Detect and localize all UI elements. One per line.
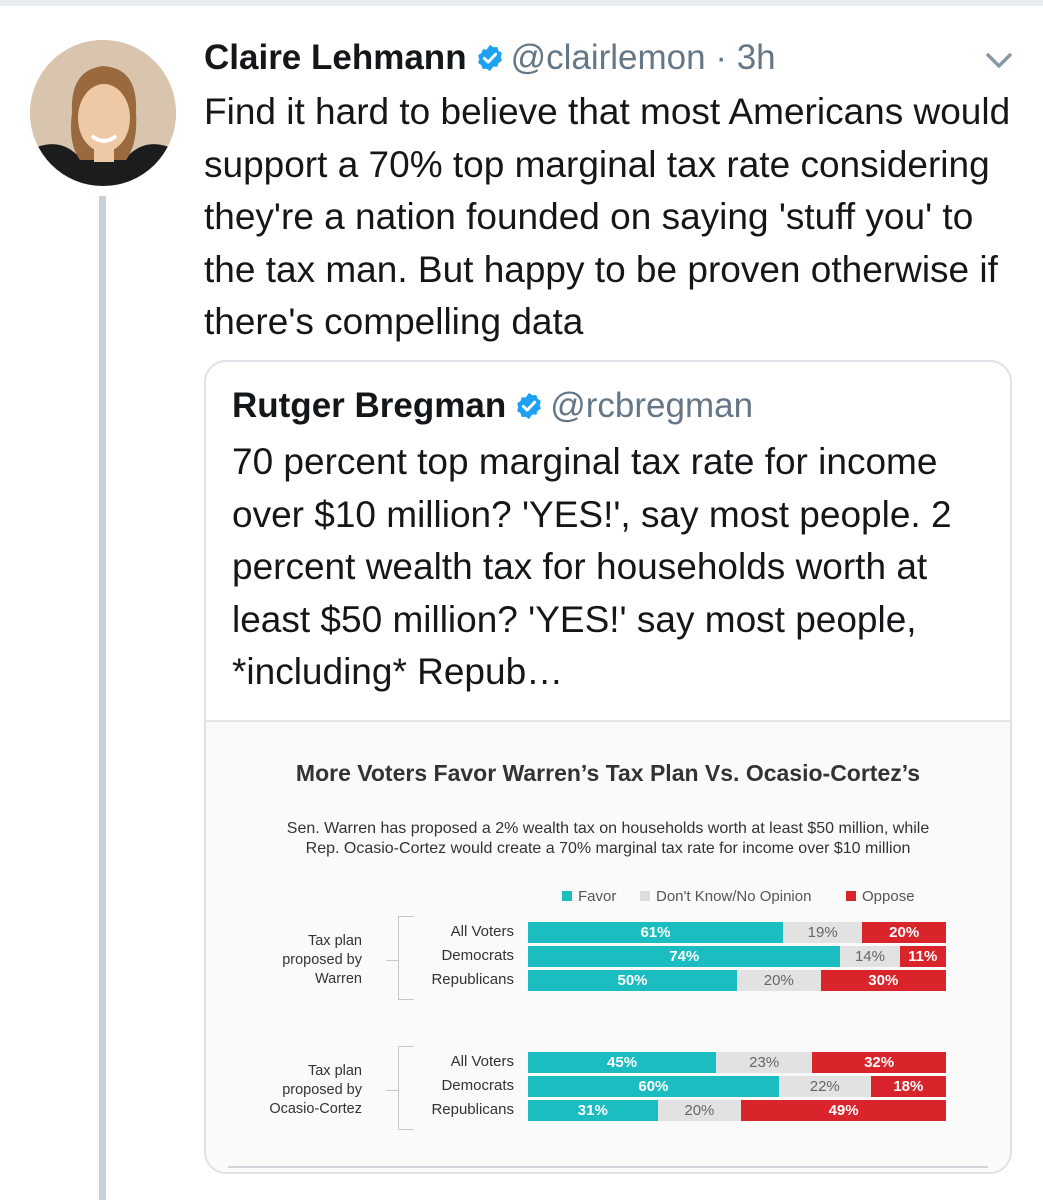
- chart-title: More Voters Favor Warren’s Tax Plan Vs. …: [295, 760, 921, 786]
- row-label: Democrats: [441, 947, 514, 964]
- quoted-author-handle: @rcbregman: [550, 386, 754, 425]
- bar-segment-dont-know: 20%: [737, 970, 821, 991]
- group-label-line: Tax plan: [307, 1063, 362, 1079]
- verified-badge-icon: [477, 44, 502, 72]
- group-label-line: proposed by: [282, 1082, 362, 1098]
- bar-segment-favor: 50%: [528, 970, 737, 991]
- bar-segment-oppose: 49%: [741, 1100, 946, 1121]
- bar-segment-dont-know: 14%: [840, 946, 900, 967]
- bar-segment-favor: 45%: [528, 1052, 717, 1073]
- bar-segment-dont-know: 20%: [657, 1100, 742, 1121]
- legend-label-oppose: Oppose: [862, 887, 915, 905]
- bar-segment-dont-know: 19%: [782, 922, 863, 943]
- quoted-tweet-header: Rutger Bregman @rcbregman: [232, 384, 753, 428]
- row-label: Republicans: [431, 1101, 514, 1118]
- quoted-tweet-card[interactable]: Rutger Bregman @rcbregman 70 percent top…: [204, 360, 1012, 1174]
- legend-item-dont-know: Don't Know/No Opinion: [640, 886, 811, 906]
- avatar[interactable]: [30, 40, 176, 186]
- bar-segment-oppose: 32%: [812, 1052, 946, 1073]
- bar-segment-dont-know: 23%: [716, 1052, 813, 1073]
- group-label-line: proposed by: [282, 952, 362, 968]
- chart-subtitle-line-2: Rep. Ocasio-Cortez would create a 70% ma…: [305, 840, 911, 857]
- legend-item-favor: Favor: [562, 886, 616, 906]
- row-label: All Voters: [450, 1053, 514, 1070]
- chart-bottom-rule: [228, 1166, 988, 1168]
- legend-swatch-oppose: [846, 891, 856, 901]
- bar-segment-favor: 74%: [528, 946, 841, 967]
- group-label-line: Warren: [315, 971, 362, 987]
- tweet-header: Claire Lehmann @clairlemon · 3h: [204, 36, 776, 80]
- row-label: Democrats: [441, 1077, 514, 1094]
- author-handle-timestamp[interactable]: @clairlemon · 3h: [511, 38, 776, 78]
- bar-segment-oppose: 30%: [820, 970, 946, 991]
- bar-segment-oppose: 11%: [899, 946, 946, 967]
- legend-label-dont-know: Don't Know/No Opinion: [656, 887, 812, 905]
- bar-segment-favor: 60%: [528, 1076, 779, 1097]
- top-divider: [0, 0, 1043, 6]
- quoted-tweet-text: 70 percent top marginal tax rate for inc…: [232, 441, 952, 692]
- bar-segment-oppose: 18%: [870, 1076, 946, 1097]
- group-label-line: Ocasio-Cortez: [269, 1101, 362, 1117]
- legend-swatch-dont-know: [640, 891, 650, 901]
- legend-swatch-favor: [562, 891, 572, 901]
- thread-line: [99, 196, 106, 1200]
- bar-segment-oppose: 20%: [862, 922, 946, 943]
- chart-subtitle-line-1: Sen. Warren has proposed a 2% wealth tax…: [286, 820, 930, 837]
- quoted-author-name: Rutger Bregman: [232, 386, 507, 425]
- row-label: Republicans: [431, 971, 514, 988]
- legend-item-oppose: Oppose: [846, 886, 915, 906]
- chart-image[interactable]: More Voters Favor Warren’s Tax Plan Vs. …: [206, 720, 1010, 1172]
- verified-badge-icon: [517, 392, 542, 420]
- tweet-text: Find it hard to believe that most Americ…: [204, 91, 1011, 342]
- bar-segment-favor: 61%: [528, 922, 783, 943]
- bar-segment-dont-know: 22%: [778, 1076, 871, 1097]
- chevron-down-icon[interactable]: [984, 50, 1014, 72]
- row-label: All Voters: [450, 923, 514, 940]
- avatar-image: [30, 40, 176, 186]
- bar-segment-favor: 31%: [528, 1100, 658, 1121]
- group-label-line: Tax plan: [307, 933, 362, 949]
- author-name[interactable]: Claire Lehmann: [204, 38, 467, 78]
- legend-label-favor: Favor: [578, 887, 617, 905]
